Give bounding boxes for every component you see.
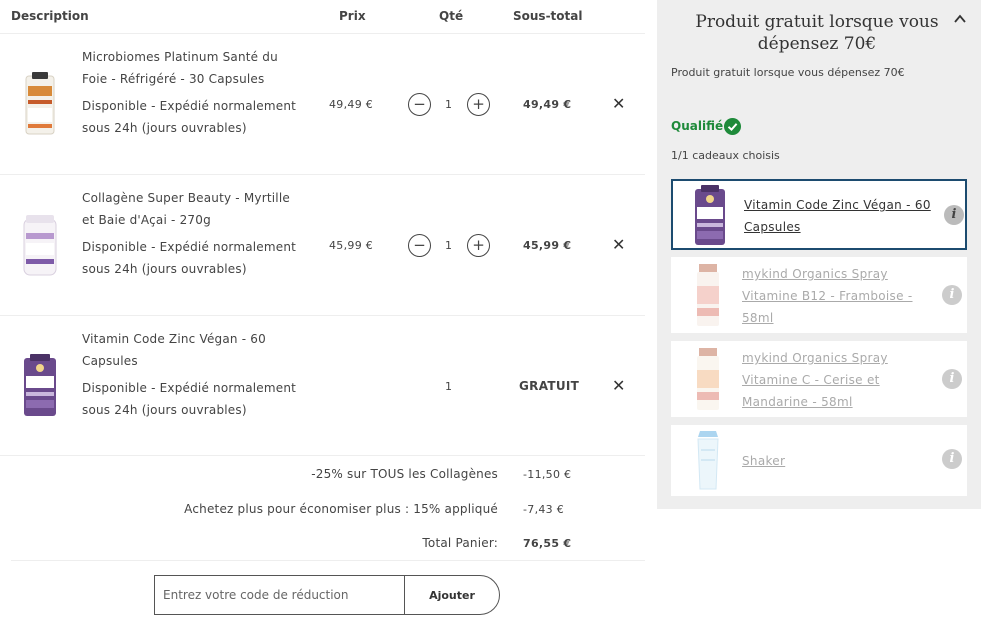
product-subtotal: 45,99 € <box>523 239 572 252</box>
product-image-collagen[interactable] <box>20 213 60 277</box>
discount-collagen-value: -11,50 € <box>523 468 572 481</box>
quantity-stepper: − 1 + <box>407 93 491 117</box>
check-circle-icon <box>724 118 741 135</box>
discount-collagen-label: -25% sur TOUS les Collagènes <box>311 467 498 481</box>
product-name[interactable]: Microbiomes Platinum Santé du Foie - Réf… <box>82 47 297 90</box>
gift-option[interactable]: Vitamin Code Zinc Végan - 60 Capsules i <box>671 179 967 250</box>
info-icon[interactable]: i <box>942 449 962 469</box>
product-image-microbiomes[interactable] <box>20 72 60 136</box>
quantity-value: 1 <box>445 239 452 252</box>
close-icon[interactable]: ✕ <box>612 378 625 394</box>
discount-volume-value: -7,43 € <box>523 503 565 516</box>
gift-image <box>697 348 719 410</box>
gift-image <box>695 185 725 245</box>
quantity-stepper: − 1 + <box>407 234 491 258</box>
info-icon[interactable]: i <box>944 205 964 225</box>
product-availability: Disponible - Expédié normalement sous 24… <box>82 381 297 417</box>
gift-option[interactable]: mykind Organics Spray Vitamine B12 - Fra… <box>671 257 967 333</box>
header-price: Prix <box>339 9 366 23</box>
apply-coupon-button[interactable]: Ajouter <box>404 575 500 615</box>
chevron-up-icon[interactable] <box>953 12 967 26</box>
info-icon[interactable]: i <box>942 285 962 305</box>
total-value: 76,55 € <box>523 537 572 550</box>
gift-name[interactable]: mykind Organics Spray Vitamine C - Ceris… <box>742 347 932 413</box>
table-header: Description Prix Qté Sous-total <box>0 0 645 34</box>
table-row: Collagène Super Beauty - Myrtille et Bai… <box>0 175 645 316</box>
panel-title: Produit gratuit lorsque vous dépensez 70… <box>695 12 939 54</box>
info-icon[interactable]: i <box>942 369 962 389</box>
minus-icon[interactable]: − <box>408 93 431 116</box>
gift-image <box>697 264 719 326</box>
table-row: Microbiomes Platinum Santé du Foie - Réf… <box>0 34 645 175</box>
cart-table: Description Prix Qté Sous-total Microbio… <box>0 0 645 626</box>
total-label: Total Panier: <box>422 536 498 550</box>
product-availability: Disponible - Expédié normalement sous 24… <box>82 99 297 135</box>
gift-image <box>697 431 719 490</box>
gift-option[interactable]: mykind Organics Spray Vitamine C - Ceris… <box>671 341 967 417</box>
plus-icon[interactable]: + <box>467 234 490 257</box>
product-subtotal: GRATUIT <box>519 379 580 393</box>
coupon-input[interactable] <box>154 575 406 615</box>
product-price: 45,99 € <box>329 239 374 252</box>
header-description: Description <box>11 9 89 23</box>
gift-name[interactable]: Shaker <box>742 450 932 472</box>
free-gift-panel: Produit gratuit lorsque vous dépensez 70… <box>657 0 981 509</box>
product-price: 49,49 € <box>329 98 374 111</box>
discount-volume-label: Achetez plus pour économiser plus : 15% … <box>184 502 498 516</box>
header-subtotal: Sous-total <box>513 9 583 23</box>
minus-icon[interactable]: − <box>408 234 431 257</box>
quantity-value: 1 <box>445 380 452 393</box>
close-icon[interactable]: ✕ <box>612 96 625 112</box>
header-qty: Qté <box>439 9 464 23</box>
close-icon[interactable]: ✕ <box>612 237 625 253</box>
qualified-label: Qualifié <box>671 119 724 133</box>
product-name[interactable]: Collagène Super Beauty - Myrtille et Bai… <box>82 188 297 231</box>
coupon-form: Ajouter <box>154 575 500 615</box>
product-name[interactable]: Vitamin Code Zinc Végan - 60 Capsules <box>82 329 297 372</box>
gift-name[interactable]: mykind Organics Spray Vitamine B12 - Fra… <box>742 263 932 329</box>
plus-icon[interactable]: + <box>467 93 490 116</box>
gift-count: 1/1 cadeaux choisis <box>671 149 780 162</box>
product-availability: Disponible - Expédié normalement sous 24… <box>82 240 297 276</box>
quantity-value: 1 <box>445 98 452 111</box>
panel-subtitle: Produit gratuit lorsque vous dépensez 70… <box>671 66 905 79</box>
gift-name[interactable]: Vitamin Code Zinc Végan - 60 Capsules <box>744 194 934 238</box>
divider <box>11 560 645 561</box>
table-row: Vitamin Code Zinc Végan - 60 Capsules Di… <box>0 316 645 456</box>
product-image-vitamin-code[interactable] <box>20 354 60 418</box>
gift-option[interactable]: Shaker i <box>671 425 967 496</box>
product-subtotal: 49,49 € <box>523 98 572 111</box>
